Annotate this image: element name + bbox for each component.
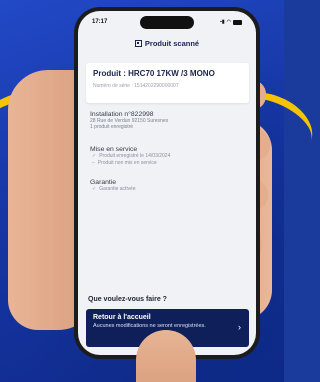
warranty-item-active: ✓ Garantie activée [92,186,250,193]
actions-question: Que voulez-vous faire ? [88,296,167,303]
thumb [136,330,196,382]
page-title: Produit scanné [144,38,200,48]
warranty-title: Garantie [90,179,117,186]
service-item-not-commissioned: – Produit non mis en service [92,160,250,167]
battery-icon [233,19,242,25]
product-title: Produit : HRC70 17KW /3 MONO [93,69,215,78]
installation-count: 1 produit enregistré [90,124,134,130]
warranty-section: Garantie ✓ Garantie activée [90,179,250,193]
installation-section: Installation n°822998 28 Rue de Verdun 9… [90,111,250,130]
serial-number: Numéro de série : 1514202290000007 [93,83,179,89]
installation-title: Installation n°822998 [90,111,154,118]
status-icons: ▪▮ ◠ [220,19,242,25]
home-button-subtitle: Aucunes modifications ne seront enregist… [93,323,206,329]
service-title: Mise en service [90,146,138,153]
warranty-item-label: Garantie activée [99,186,136,192]
service-item-registered: ✓ Produit enregistré le 14/03/2024 [92,153,250,160]
home-button-title: Retour à l'accueil [93,314,151,321]
service-section: Mise en service ✓ Produit enregistré le … [90,146,250,167]
dynamic-island [140,16,194,29]
app-bar: Produit scanné [78,33,256,53]
product-card: Produit : HRC70 17KW /3 MONO Numéro de s… [86,63,249,103]
signal-icon: ▪▮ [220,19,225,25]
chevron-right-icon: › [238,322,241,332]
phone-frame: 17:17 ▪▮ ◠ Produit scanné Produit : HRC7… [74,7,260,359]
status-time: 17:17 [92,19,108,25]
dash-icon: – [92,160,95,166]
check-icon: ✓ [92,186,97,192]
wifi-icon: ◠ [226,19,231,25]
check-icon: ✓ [92,153,97,159]
phone-screen: 17:17 ▪▮ ◠ Produit scanné Produit : HRC7… [78,11,256,355]
qr-code-icon [134,39,142,47]
service-item-label: Produit enregistré le 14/03/2024 [99,153,171,159]
service-item-label: Produit non mis en service [97,160,157,166]
